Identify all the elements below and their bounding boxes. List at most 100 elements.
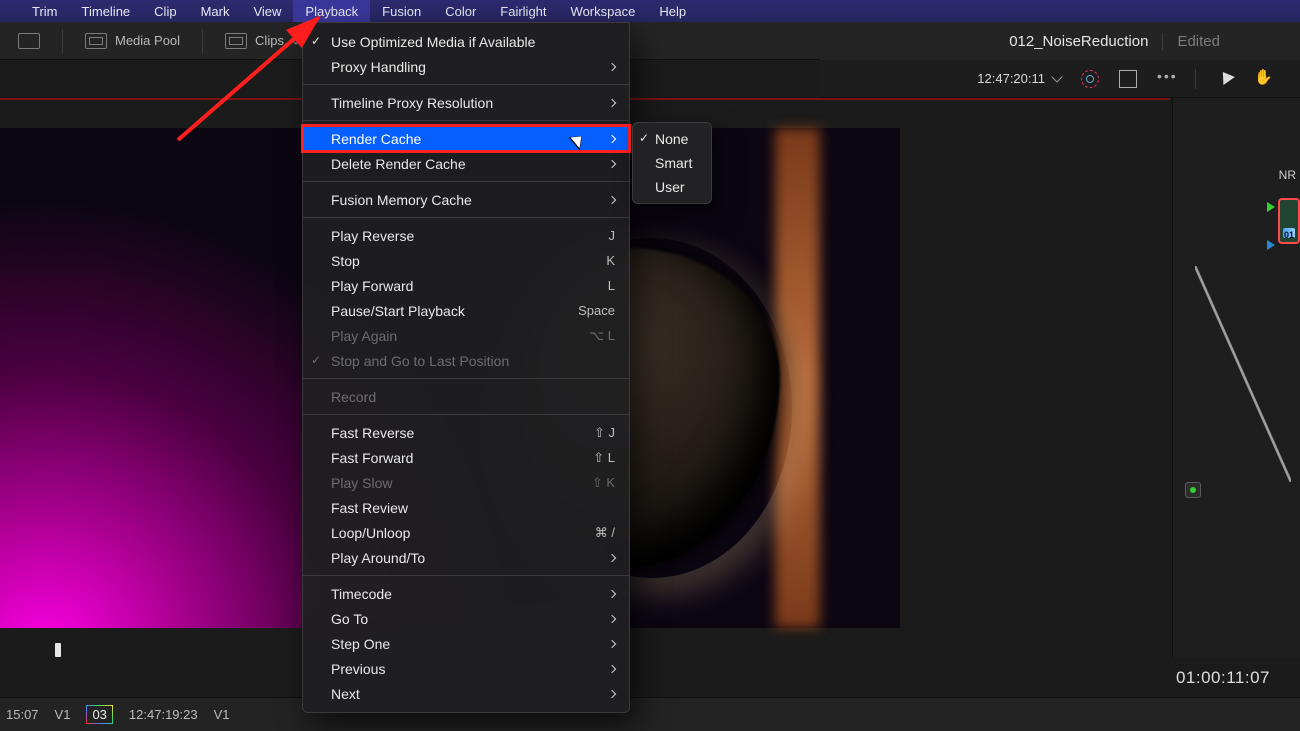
node-number: 01 xyxy=(1284,230,1294,240)
media-pool-button[interactable]: Media Pool xyxy=(77,29,188,53)
menu-item[interactable]: StopK xyxy=(303,248,629,273)
menu-playback[interactable]: Playback xyxy=(293,0,370,22)
tool-unknown[interactable] xyxy=(10,29,48,53)
menu-item[interactable]: Previous xyxy=(303,656,629,681)
menu-shortcut: ⇧ J xyxy=(594,425,615,441)
node-input-triangle-icon[interactable] xyxy=(1267,240,1275,250)
clips-dropdown[interactable]: Clips xyxy=(217,29,308,53)
viewer-tools: 12:47:20:11 xyxy=(820,60,1300,98)
menu-item: Play Slow⇧ K xyxy=(303,470,629,495)
clips-icon xyxy=(225,33,247,49)
menu-item[interactable]: Pause/Start PlaybackSpace xyxy=(303,298,629,323)
submenu-item[interactable]: Smart xyxy=(633,151,711,175)
chevron-right-icon xyxy=(608,553,616,561)
media-pool-label: Media Pool xyxy=(115,33,180,48)
thumbnail-strip: 15:07 V1 03 12:47:19:23 V1 xyxy=(0,697,1300,731)
chevron-right-icon xyxy=(608,589,616,597)
menu-shortcut: ⌥ L xyxy=(589,328,615,344)
separator xyxy=(202,29,203,53)
menu-mark[interactable]: Mark xyxy=(189,0,242,22)
menu-item-label: Fast Reverse xyxy=(331,425,414,441)
menu-timeline[interactable]: Timeline xyxy=(70,0,143,22)
menu-item[interactable]: Play Forward L xyxy=(303,273,629,298)
menu-item: Record xyxy=(303,384,629,409)
menu-item-label: Play Forward xyxy=(331,278,413,294)
menu-item[interactable]: Step One xyxy=(303,631,629,656)
menu-item[interactable]: Fusion Memory Cache xyxy=(303,187,629,212)
menu-item: ✓ Stop and Go to Last Position xyxy=(303,348,629,373)
menu-item-label: Fast Forward xyxy=(331,450,413,466)
chevron-right-icon xyxy=(608,195,616,203)
node-output[interactable] xyxy=(1185,482,1201,498)
menu-clip[interactable]: Clip xyxy=(142,0,188,22)
menu-item-label: Play Around/To xyxy=(331,550,425,566)
submenu-item[interactable]: ✓None xyxy=(633,127,711,151)
node-link xyxy=(1195,266,1291,482)
fullscreen-icon[interactable] xyxy=(1119,70,1137,88)
menu-item[interactable]: Fast Forward⇧ L xyxy=(303,445,629,470)
chevron-right-icon xyxy=(608,614,616,622)
menu-item[interactable]: Next xyxy=(303,681,629,706)
menubar: Trim Timeline Clip Mark View Playback Fu… xyxy=(0,0,1300,22)
menu-item-label: Timeline Proxy Resolution xyxy=(331,95,493,111)
menu-help[interactable]: Help xyxy=(647,0,698,22)
separator xyxy=(62,29,63,53)
menu-item[interactable]: Timeline Proxy Resolution xyxy=(303,90,629,115)
submenu-item-label: User xyxy=(655,179,685,195)
menu-view[interactable]: View xyxy=(241,0,293,22)
more-options-icon[interactable] xyxy=(1157,70,1175,88)
node-thumbnail[interactable]: 01 xyxy=(1278,198,1300,244)
menu-item-label: Pause/Start Playback xyxy=(331,303,465,319)
menu-item-label: Play Slow xyxy=(331,475,392,491)
pan-tool-icon[interactable] xyxy=(1254,70,1272,88)
menu-item[interactable]: Fast Reverse ⇧ J xyxy=(303,420,629,445)
checkmark-icon: ✓ xyxy=(311,353,321,367)
checkmark-icon: ✓ xyxy=(311,34,321,48)
menu-item[interactable]: ✓Use Optimized Media if Available xyxy=(303,29,629,54)
menu-item: Play Again ⌥ L xyxy=(303,323,629,348)
menu-item[interactable]: Timecode xyxy=(303,581,629,606)
render-cache-submenu: ✓NoneSmart User xyxy=(632,122,712,204)
menu-item-label: Proxy Handling xyxy=(331,59,426,75)
menu-item[interactable]: Proxy Handling xyxy=(303,54,629,79)
pointer-tool-icon[interactable] xyxy=(1216,70,1234,88)
clip-number-chip[interactable]: 03 xyxy=(86,705,112,724)
node-input-triangle-icon[interactable] xyxy=(1267,202,1275,212)
menu-shortcut: L xyxy=(608,278,615,293)
menu-fusion[interactable]: Fusion xyxy=(370,0,433,22)
menu-item-label: Previous xyxy=(331,661,385,677)
menu-item[interactable]: Delete Render Cache xyxy=(303,151,629,176)
node-graph[interactable]: NR 01 xyxy=(1172,98,1300,658)
menu-item[interactable]: Fast Review xyxy=(303,495,629,520)
viewer-timecode-value: 12:47:20:11 xyxy=(977,71,1045,86)
menu-trim[interactable]: Trim xyxy=(20,0,70,22)
menu-item[interactable]: Loop/Unloop⌘ / xyxy=(303,520,629,545)
node-label: NR xyxy=(1279,168,1296,182)
menu-item-label: Stop and Go to Last Position xyxy=(331,353,509,369)
chevron-right-icon xyxy=(608,62,616,70)
menu-item-label: Fusion Memory Cache xyxy=(331,192,472,208)
menu-item-label: Play Again xyxy=(331,328,397,344)
menu-shortcut: ⌘ / xyxy=(595,525,615,541)
menu-item[interactable]: Play Around/To xyxy=(303,545,629,570)
mouse-cursor-icon xyxy=(573,132,589,154)
menu-item[interactable]: Play ReverseJ xyxy=(303,223,629,248)
menu-fairlight[interactable]: Fairlight xyxy=(488,0,558,22)
checkmark-icon: ✓ xyxy=(639,131,649,145)
chevron-right-icon xyxy=(608,689,616,697)
menu-color[interactable]: Color xyxy=(433,0,488,22)
menu-item[interactable]: Go To xyxy=(303,606,629,631)
viewer-timecode[interactable]: 12:47:20:11 xyxy=(977,71,1061,86)
image-wipe-icon[interactable] xyxy=(1081,70,1099,88)
playhead-marker[interactable] xyxy=(55,643,61,657)
menu-item-label: Stop xyxy=(331,253,360,269)
menu-workspace[interactable]: Workspace xyxy=(559,0,648,22)
submenu-item[interactable]: User xyxy=(633,175,711,199)
menu-item-label: Play Reverse xyxy=(331,228,414,244)
clips-label: Clips xyxy=(255,33,284,48)
strip-timecode: 15:07 xyxy=(6,707,39,722)
source-timecode: 01:00:11:07 xyxy=(1176,668,1270,688)
strip-timecode-2: 12:47:19:23 xyxy=(129,707,198,722)
menu-item-label: Step One xyxy=(331,636,390,652)
menu-item-label: Next xyxy=(331,686,360,702)
